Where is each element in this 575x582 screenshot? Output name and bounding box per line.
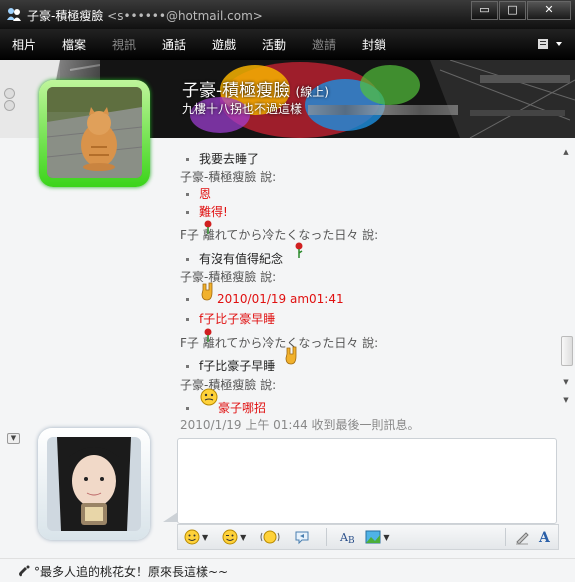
- window-title-email: <s••••••@hotmail.com>: [107, 9, 263, 23]
- scroll-down-icon[interactable]: ▼: [561, 396, 571, 406]
- sender-line: 子豪-積極瘦臉 說:: [180, 170, 277, 184]
- chevron-down-icon: ▼: [383, 532, 390, 542]
- pen-icon: [516, 532, 529, 545]
- emoticon-button[interactable]: ▼: [184, 528, 208, 546]
- background-icon: [365, 530, 381, 544]
- scroll-thumb[interactable]: [561, 336, 573, 366]
- radio-icon[interactable]: [4, 100, 15, 111]
- title-bar: 子豪-積極瘦臉 <s••••••@hotmail.com> ▭ □ ✕: [0, 0, 575, 29]
- rose-icon: [204, 220, 212, 234]
- messenger-icon[interactable]: [6, 6, 22, 22]
- message-line: 有沒有值得紀念: [186, 250, 283, 267]
- text-mode-button[interactable]: A: [538, 528, 552, 546]
- input-toolbar: ▼ ▼ AB ▼ A: [177, 524, 559, 550]
- minimize-button[interactable]: ▭: [471, 1, 498, 20]
- background-button[interactable]: ▼: [365, 528, 389, 546]
- chevron-down-icon: ▼: [202, 532, 209, 542]
- nudge-button[interactable]: [260, 528, 280, 546]
- last-message-timestamp: 2010/1/19 上午 01:44 收到最後一則訊息。: [180, 418, 420, 432]
- menu-item-invite[interactable]: 邀請: [300, 36, 350, 53]
- menu-item-activities[interactable]: 活動: [250, 36, 300, 53]
- menu-item-block[interactable]: 封鎖: [350, 36, 400, 53]
- cat-photo: [47, 87, 142, 178]
- status-bar: °最多人追的桃花女！原來長這樣~~: [0, 558, 575, 582]
- message-line: 我要去睡了: [186, 150, 259, 167]
- message-input[interactable]: [177, 438, 557, 524]
- scroll-up-icon[interactable]: ▲: [561, 148, 571, 158]
- menu-bar: 相片 檔案 視訊 通話 遊戲 活動 邀請 封鎖: [0, 29, 575, 60]
- rock-hand-icon: [201, 282, 213, 301]
- close-button[interactable]: ✕: [527, 1, 571, 20]
- maximize-button[interactable]: □: [499, 1, 526, 20]
- menu-item-games[interactable]: 遊戲: [200, 36, 250, 53]
- contact-avatar[interactable]: [39, 80, 150, 187]
- my-avatar[interactable]: [38, 428, 150, 540]
- message-line: 豪子哪招: [186, 399, 266, 416]
- smiley-icon: [184, 529, 200, 545]
- voice-clip-icon: [295, 531, 309, 545]
- svg-text:A: A: [538, 530, 551, 545]
- voice-clip-button[interactable]: [294, 528, 310, 546]
- font-icon: AB: [339, 531, 355, 545]
- conversation-scrollbar[interactable]: ▲ ▼ ▼: [558, 146, 574, 410]
- contact-name: 子豪-積極瘦臉 (線上): [182, 76, 329, 101]
- user-photo: [47, 437, 141, 531]
- text-icon: A: [538, 530, 551, 545]
- message-line: f子比豪子早睡: [186, 357, 275, 374]
- message-line: 難得!: [186, 203, 228, 220]
- font-button[interactable]: AB: [339, 528, 357, 546]
- handwriting-button[interactable]: [514, 528, 530, 546]
- menu-options-icon[interactable]: [537, 37, 563, 51]
- conversation-history: 我要去睡了 子豪-積極瘦臉 說: 恩 難得! F子 離れてから冷たくなった日々 …: [180, 148, 555, 415]
- rose-icon: [295, 242, 303, 258]
- status-message: °最多人追的桃花女！原來長這樣~~: [34, 565, 229, 579]
- rock-hand-icon: [285, 346, 297, 365]
- svg-text:B: B: [348, 536, 355, 545]
- sweat-smiley-icon: [200, 388, 218, 406]
- chevron-down-icon: ▼: [240, 532, 247, 542]
- menu-item-call[interactable]: 通話: [150, 36, 200, 53]
- scroll-down-icon[interactable]: ▼: [561, 378, 571, 388]
- sender-line: 子豪-積極瘦臉 說:: [180, 270, 277, 284]
- sender-line: 子豪-積極瘦臉 說:: [180, 378, 277, 392]
- nudge-icon: [260, 530, 280, 544]
- window-title-name: 子豪-積極瘦臉: [27, 9, 104, 23]
- menu-item-files[interactable]: 檔案: [50, 36, 100, 53]
- personal-message-text: 九樓十八拐也不過這樣: [182, 102, 303, 116]
- wink-button[interactable]: ▼: [222, 528, 246, 546]
- message-line: f子比子豪早睡: [186, 310, 275, 327]
- message-line: 恩: [186, 185, 211, 202]
- input-pointer: [163, 512, 178, 522]
- radio-icon[interactable]: [4, 88, 15, 99]
- contact-status: (線上): [295, 85, 329, 99]
- personal-message: 九樓十八拐也不過這樣: [182, 100, 459, 117]
- blurred-text: [308, 104, 459, 115]
- rose-icon: [204, 328, 212, 342]
- contact-display-name: 子豪-積極瘦臉: [182, 81, 291, 101]
- collapse-icon[interactable]: ▼: [7, 433, 20, 444]
- wink-icon: [222, 529, 238, 545]
- window-title: 子豪-積極瘦臉 <s••••••@hotmail.com>: [27, 7, 263, 24]
- menu-item-video[interactable]: 視訊: [100, 36, 150, 53]
- menu-item-photos[interactable]: 相片: [0, 36, 50, 53]
- music-note-icon: [19, 565, 30, 577]
